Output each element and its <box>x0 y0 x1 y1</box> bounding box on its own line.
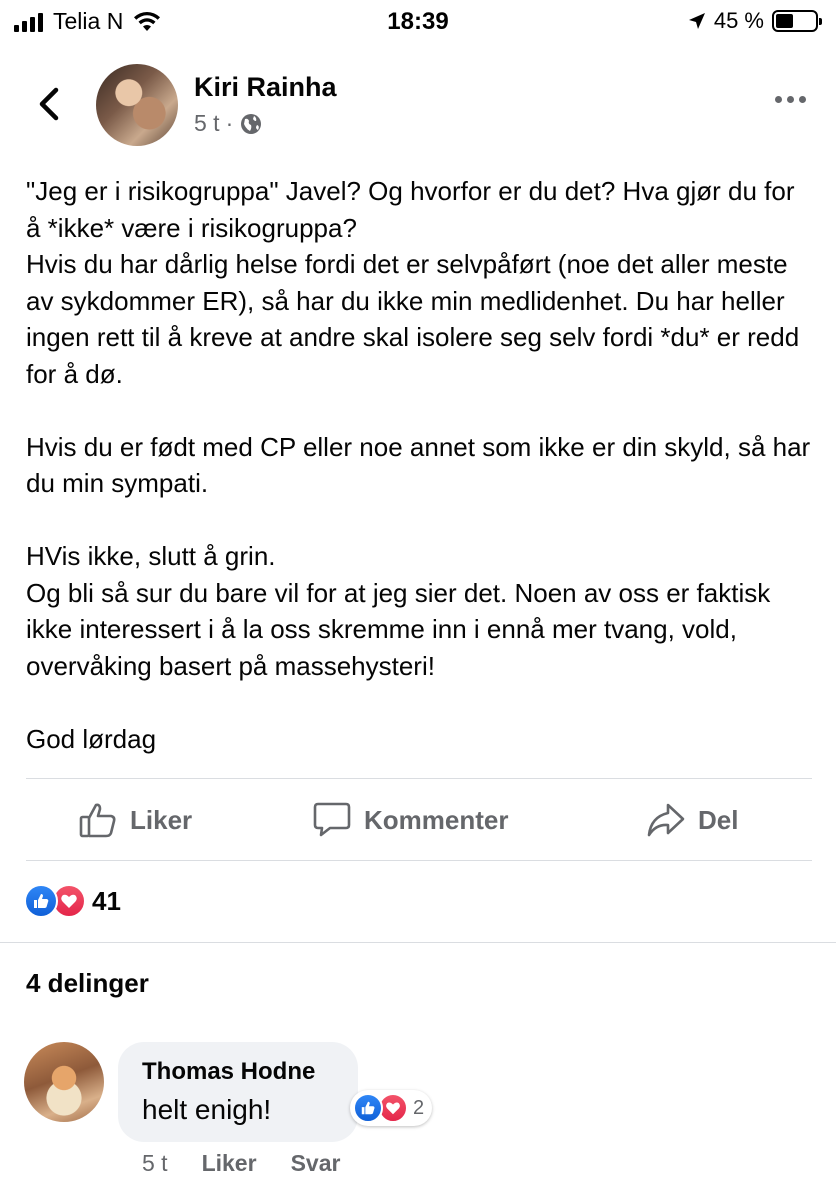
thumbs-up-icon <box>79 803 116 838</box>
reactions-summary[interactable]: 41 <box>24 884 121 918</box>
author-avatar[interactable] <box>96 64 178 146</box>
comment-reply-button[interactable]: Svar <box>291 1150 341 1177</box>
comment-reactions[interactable]: 2 <box>350 1090 433 1126</box>
section-divider <box>0 942 836 943</box>
comment-timestamp: 5 t <box>142 1150 168 1176</box>
divider <box>26 778 812 779</box>
like-reaction-icon <box>24 884 58 918</box>
post-author-name[interactable]: Kiri Rainha <box>194 72 337 103</box>
battery-icon <box>772 10 822 32</box>
comment-button[interactable]: Kommenter <box>312 800 508 840</box>
post-timestamp[interactable]: 5 t <box>194 110 220 137</box>
post-text: "Jeg er i risikogruppa" Javel? Og hvorfo… <box>26 176 811 754</box>
comment-text: helt enigh! <box>142 1094 272 1125</box>
comment-author[interactable]: Thomas Hodne <box>142 1058 334 1086</box>
comment-icon <box>313 802 351 837</box>
reaction-count: 41 <box>92 885 121 916</box>
share-button[interactable]: Del <box>646 800 738 840</box>
back-chevron-icon[interactable] <box>30 84 70 124</box>
location-arrow-icon <box>688 13 705 29</box>
share-label: Del <box>698 804 739 835</box>
like-label: Liker <box>130 804 193 835</box>
comment-meta: 5 t Liker Svar <box>142 1150 340 1177</box>
battery-percent: 45 % <box>713 8 764 33</box>
comment-like-button[interactable]: Liker <box>202 1150 257 1177</box>
comment-bubble[interactable]: Thomas Hodne helt enigh! <box>118 1042 358 1142</box>
battery-fill <box>776 14 794 28</box>
shares-count[interactable]: 4 delinger <box>26 968 149 999</box>
more-options-icon[interactable] <box>775 96 806 103</box>
globe-icon <box>241 113 262 134</box>
commenter-avatar[interactable] <box>24 1042 104 1122</box>
status-right: 45 % <box>688 8 822 34</box>
comment-label: Kommenter <box>364 804 509 835</box>
like-button[interactable]: Liker <box>78 800 192 840</box>
divider <box>26 860 812 861</box>
share-arrow-icon <box>647 803 685 837</box>
status-bar: Telia N 18:39 45 % <box>0 0 836 44</box>
like-reaction-icon <box>353 1093 383 1123</box>
post-meta: 5 t · <box>194 110 263 137</box>
comment-reaction-count: 2 <box>413 1096 425 1119</box>
meta-separator: · <box>225 110 234 136</box>
